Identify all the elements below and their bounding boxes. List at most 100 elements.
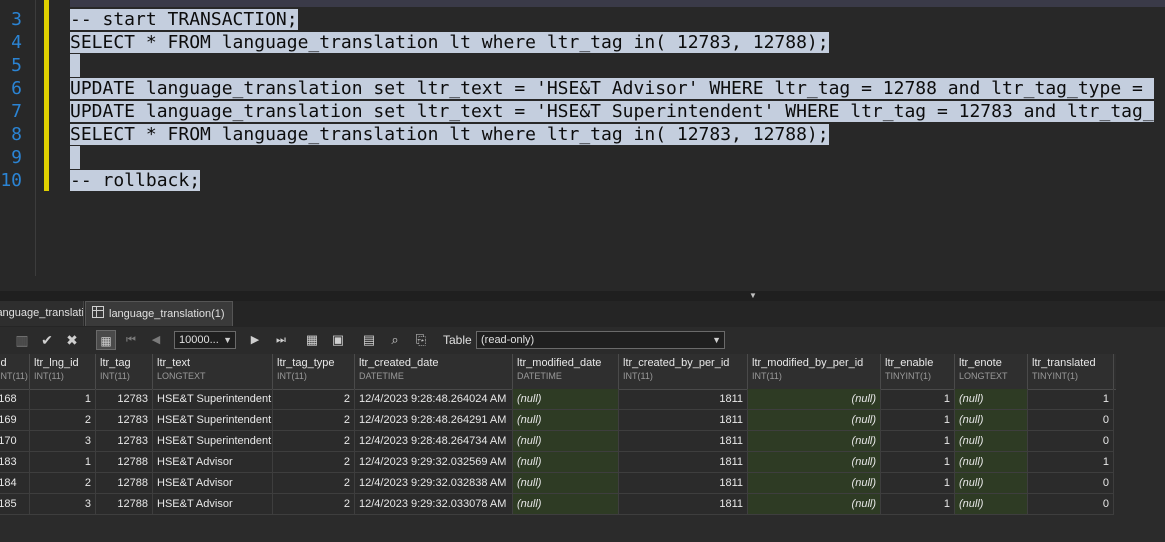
table-cell[interactable]: 2	[30, 473, 96, 494]
table-row[interactable]: 32185312788HSE&T Advisor212/4/2023 9:29:…	[0, 494, 1116, 515]
column-header-ltr-enote[interactable]: ltr_enote LONGTEXT	[955, 354, 1028, 389]
table-cell[interactable]: 2	[273, 431, 355, 452]
table-cell[interactable]: 12/4/2023 9:29:32.032569 AM	[355, 452, 513, 473]
table-cell[interactable]: 12/4/2023 9:29:32.032838 AM	[355, 473, 513, 494]
table-row[interactable]: 32184212788HSE&T Advisor212/4/2023 9:29:…	[0, 473, 1116, 494]
table-cell[interactable]: 32169	[0, 410, 30, 431]
table-row[interactable]: 32183112788HSE&T Advisor212/4/2023 9:29:…	[0, 452, 1116, 473]
table-cell[interactable]: 1	[881, 473, 955, 494]
table-cell[interactable]: (null)	[955, 410, 1028, 431]
table-cell[interactable]: (null)	[955, 452, 1028, 473]
table-cell[interactable]: (null)	[513, 431, 619, 452]
table-cell[interactable]: (null)	[748, 389, 881, 410]
tab-language-translation[interactable]: language_translation	[0, 301, 84, 326]
table-cell[interactable]: (null)	[748, 410, 881, 431]
table-cell[interactable]: 12783	[96, 431, 153, 452]
table-cell[interactable]: 12788	[96, 494, 153, 515]
limit-select[interactable]: 10000... ▼	[174, 331, 236, 349]
form-view-icon[interactable]: ▣	[328, 330, 348, 350]
first-icon[interactable]: ⏮	[123, 330, 139, 350]
grid-view-icon[interactable]: ▦	[302, 330, 322, 350]
table-cell[interactable]: HSE&T Superintendent	[153, 410, 273, 431]
table-cell[interactable]: (null)	[955, 473, 1028, 494]
table-cell[interactable]: (null)	[513, 389, 619, 410]
table-cell[interactable]: 0	[1028, 431, 1114, 452]
table-cell[interactable]: 1	[1028, 452, 1114, 473]
table-cell[interactable]: 12783	[96, 389, 153, 410]
column-header-ltr-lng-id[interactable]: ltr_lng_id INT(11)	[30, 354, 96, 389]
column-header-id[interactable]: id INT(11)	[0, 354, 30, 389]
table-cell[interactable]: 0	[1028, 473, 1114, 494]
column-header-ltr-created-by-per-id[interactable]: ltr_created_by_per_id INT(11)	[619, 354, 748, 389]
table-cell[interactable]: 12788	[96, 452, 153, 473]
table-cell[interactable]: 1	[881, 494, 955, 515]
table-cell[interactable]: HSE&T Superintendent	[153, 389, 273, 410]
table-cell[interactable]: HSE&T Superintendent	[153, 431, 273, 452]
table-cell[interactable]: 32184	[0, 473, 30, 494]
table-cell[interactable]: (null)	[513, 494, 619, 515]
table-cell[interactable]: 1811	[619, 431, 748, 452]
column-header-ltr-modified-date[interactable]: ltr_modified_date DATETIME	[513, 354, 619, 389]
table-cell[interactable]: 3	[30, 431, 96, 452]
filter-icon[interactable]: ▥	[12, 330, 32, 350]
table-cell[interactable]: 32168	[0, 389, 30, 410]
table-mode-select[interactable]: (read-only) ▼	[476, 331, 725, 349]
table-cell[interactable]: (null)	[955, 389, 1028, 410]
table-cell[interactable]: (null)	[955, 431, 1028, 452]
table-cell[interactable]: 1	[30, 452, 96, 473]
table-cell[interactable]: 0	[1028, 494, 1114, 515]
table-cell[interactable]: 1	[1028, 389, 1114, 410]
table-cell[interactable]: 2	[273, 389, 355, 410]
table-row[interactable]: 32168112783HSE&T Superintendent212/4/202…	[0, 389, 1116, 410]
column-header-ltr-modified-by-per-id[interactable]: ltr_modified_by_per_id INT(11)	[748, 354, 881, 389]
table-cell[interactable]: 2	[273, 494, 355, 515]
sql-editor[interactable]: 3 -- start TRANSACTION; 4 SELECT * FROM lan…	[0, 0, 1165, 291]
column-header-ltr-translated[interactable]: ltr_translated TINYINT(1)	[1028, 354, 1114, 389]
column-header-ltr-tag[interactable]: ltr_tag INT(11)	[96, 354, 153, 389]
rollback-icon[interactable]: ✖	[62, 330, 82, 350]
table-cell[interactable]: 32170	[0, 431, 30, 452]
table-cell[interactable]: (null)	[955, 494, 1028, 515]
table-cell[interactable]: (null)	[748, 431, 881, 452]
column-header-ltr-created-date[interactable]: ltr_created_date DATETIME	[355, 354, 513, 389]
prev-icon[interactable]: ◀	[148, 330, 164, 350]
next-icon[interactable]: ▶	[247, 330, 263, 350]
table-cell[interactable]: 12/4/2023 9:28:48.264024 AM	[355, 389, 513, 410]
table-cell[interactable]: (null)	[748, 494, 881, 515]
table-cell[interactable]: 12/4/2023 9:28:48.264734 AM	[355, 431, 513, 452]
table-cell[interactable]: 1	[881, 410, 955, 431]
table-cell[interactable]: 1811	[619, 473, 748, 494]
pane-splitter[interactable]	[0, 291, 1165, 301]
table-cell[interactable]: 12788	[96, 473, 153, 494]
splitter-arrow-icon[interactable]: ▼	[749, 291, 757, 301]
table-cell[interactable]: 2	[273, 473, 355, 494]
table-cell[interactable]: 32183	[0, 452, 30, 473]
table-cell[interactable]: 1	[30, 389, 96, 410]
last-icon[interactable]: ⏭	[273, 330, 289, 350]
table-cell[interactable]: 1	[881, 389, 955, 410]
table-cell[interactable]: 1811	[619, 410, 748, 431]
table-cell[interactable]: 1811	[619, 389, 748, 410]
column-header-ltr-enable[interactable]: ltr_enable TINYINT(1)	[881, 354, 955, 389]
find-icon[interactable]: ⌕	[385, 330, 405, 350]
table-cell[interactable]: 2	[273, 452, 355, 473]
table-row[interactable]: 32170312783HSE&T Superintendent212/4/202…	[0, 431, 1116, 452]
table-cell[interactable]: 1	[881, 452, 955, 473]
table-cell[interactable]: (null)	[748, 452, 881, 473]
table-cell[interactable]: (null)	[748, 473, 881, 494]
table-cell[interactable]: 3	[30, 494, 96, 515]
result-grid[interactable]: id INT(11) ltr_lng_id INT(11) ltr_tag INT(11)…	[0, 354, 1165, 542]
column-icon[interactable]: ▤	[359, 330, 379, 350]
table-cell[interactable]: (null)	[513, 452, 619, 473]
table-cell[interactable]: HSE&T Advisor	[153, 473, 273, 494]
tab-language-translation-1[interactable]: language_translation(1)	[85, 301, 233, 326]
table-cell[interactable]: 12/4/2023 9:29:32.033078 AM	[355, 494, 513, 515]
table-cell[interactable]: 12/4/2023 9:28:48.264291 AM	[355, 410, 513, 431]
table-cell[interactable]: (null)	[513, 473, 619, 494]
column-header-ltr-text[interactable]: ltr_text LONGTEXT	[153, 354, 273, 389]
column-header-ltr-tag-type[interactable]: ltr_tag_type INT(11)	[273, 354, 355, 389]
export-icon[interactable]: ⎘	[411, 330, 431, 350]
commit-icon[interactable]: ✔	[37, 330, 57, 350]
table-cell[interactable]: 1811	[619, 452, 748, 473]
table-cell[interactable]: 2	[30, 410, 96, 431]
